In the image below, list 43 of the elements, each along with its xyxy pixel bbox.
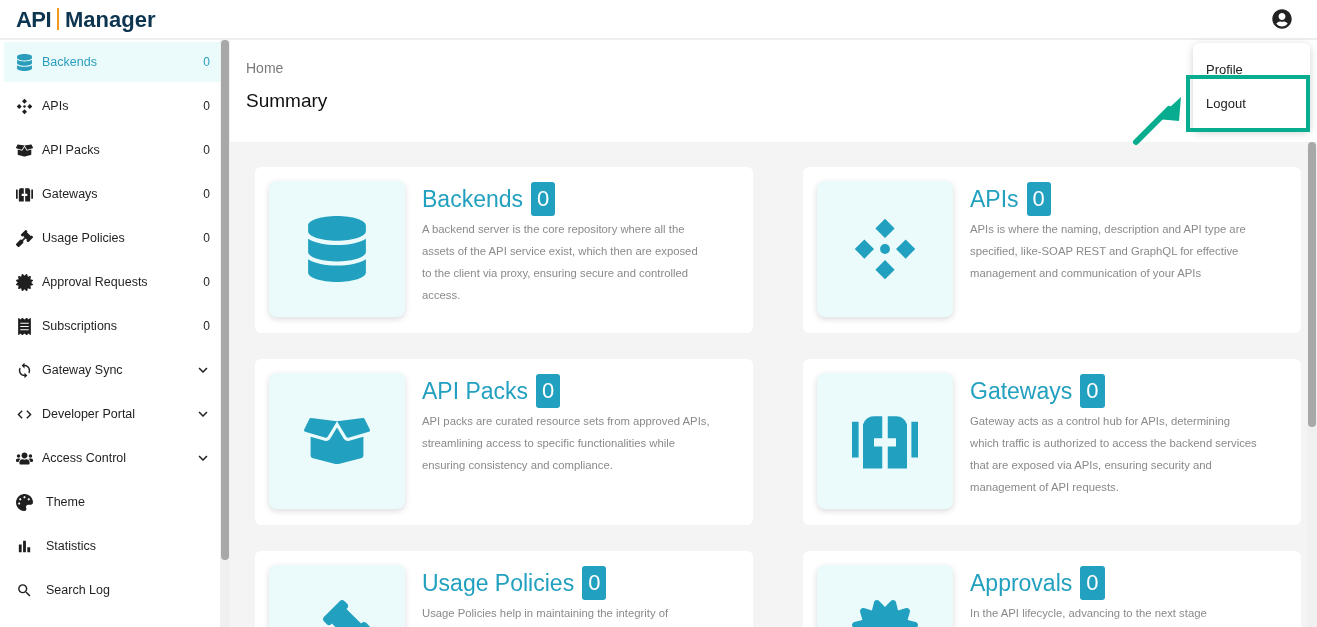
breadcrumb[interactable]: Home [246,58,284,79]
sidebar-scrollbar[interactable] [220,40,230,627]
item-count: 0 [203,142,210,159]
count-badge: 0 [1080,566,1105,600]
card-title: Backends [422,185,523,214]
annotation-arrow [1131,95,1184,147]
card-title: Usage Policies [422,569,575,598]
card-description: APIs is where the naming, description and API type are specified, like-SOAP REST and GraphQL for effective management and communication of your APIs [970,222,1247,281]
menu-item[interactable]: Logout [1193,87,1310,121]
menu-item[interactable]: Profile [1193,53,1310,87]
card-description: A backend server is the core repository where all the assets of the API service exist, which then are exposed to the client via proxy, ensuring secure and controlled access. [422,222,699,303]
search-icon [15,581,33,599]
card-description: API packs are curated resource sets from approved APIs, streamlining access to specific functionalities while ensuring consistency and compliance. [422,414,710,473]
diamond-icon [15,97,33,115]
database-icon [15,53,33,71]
card-description: Gateway acts as a control hub for APIs, determining which traffic is authorized to access the backend services that are exposed via APIs, ensuring security and management of API requests. [970,414,1258,495]
card-title: API Packs [422,377,529,406]
page-scrollbar-thumb[interactable] [1308,142,1316,427]
card-title: Approvals [970,569,1073,598]
card-description: Usage Policies help in maintaining the integrity of [422,606,670,621]
app-logo[interactable]: API Manager [16,2,156,36]
item-count: 0 [203,186,210,203]
item-count: 0 [203,318,210,335]
item-count: 0 [203,230,210,247]
gate-icon [15,185,33,203]
card-title: Gateways [970,377,1073,406]
badge-icon [15,273,33,291]
receipt-icon [15,317,33,335]
item-count: 0 [203,98,210,115]
palette-icon [15,493,33,511]
count-badge: 0 [536,374,561,408]
diamond-icon [852,216,918,282]
count-badge: 0 [1080,374,1105,408]
page-title: Summary [246,89,328,113]
item-count: 0 [203,54,210,71]
count-badge: 0 [531,182,556,216]
card-description: In the API lifecycle, advancing to the next stage [970,606,1208,621]
gavel-icon [15,229,33,247]
item-count: 0 [203,274,210,291]
user-avatar-icon[interactable] [1272,9,1292,29]
count-badge: 0 [582,566,607,600]
card-title: APIs [970,185,1019,214]
count-badge: 0 [1026,182,1051,216]
